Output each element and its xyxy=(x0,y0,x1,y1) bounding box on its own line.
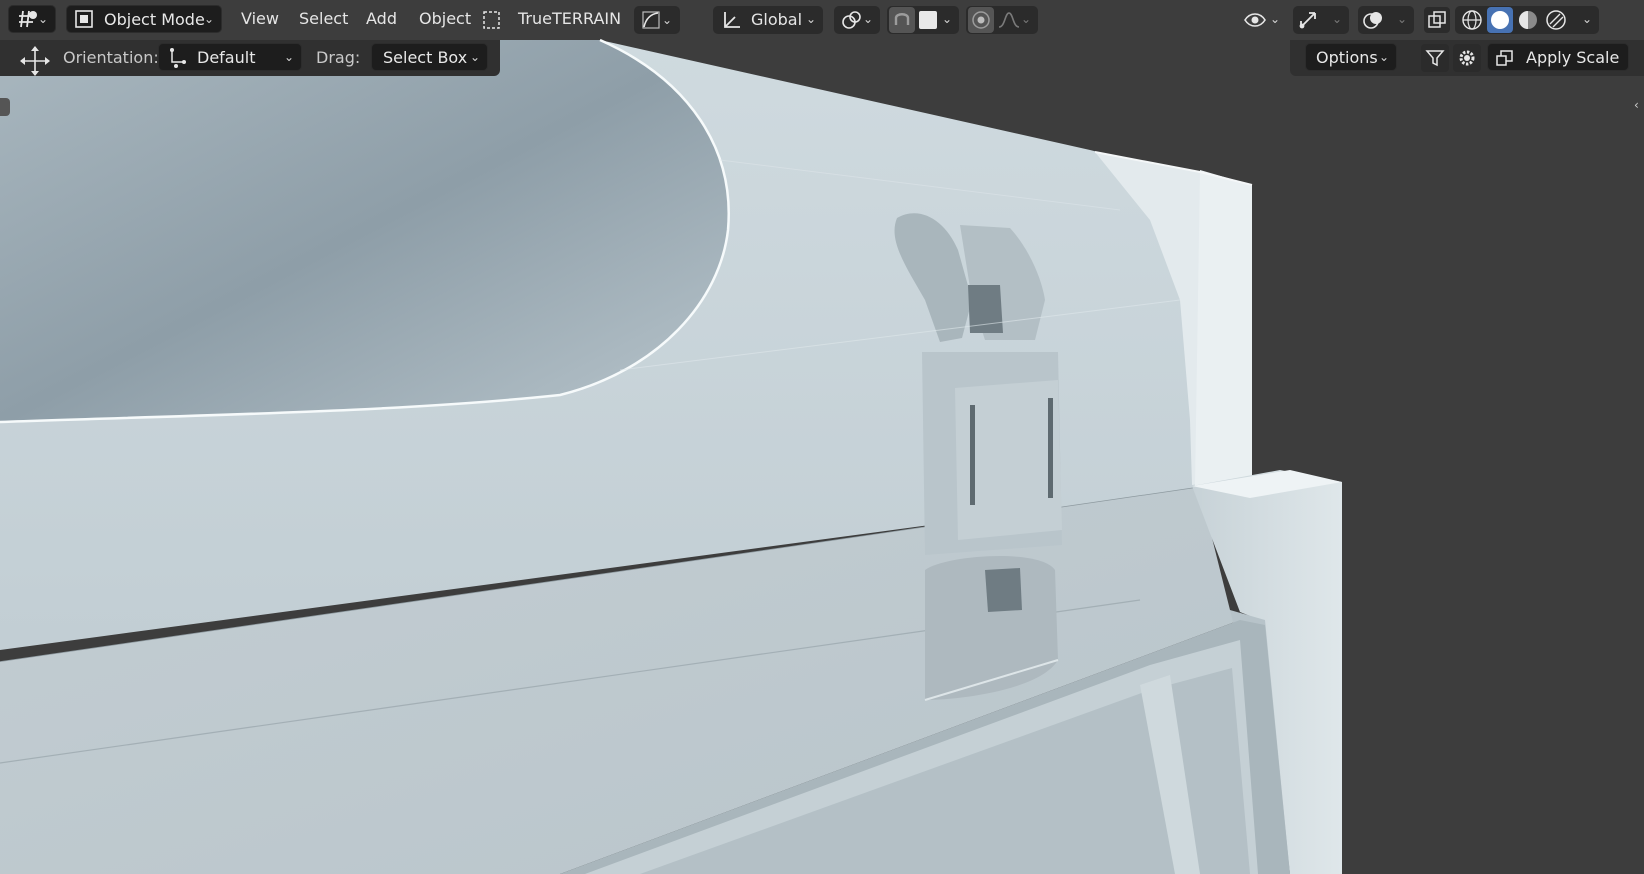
settings-button[interactable] xyxy=(1453,44,1481,72)
orientation-axes-icon xyxy=(721,9,743,35)
falloff-icon[interactable] xyxy=(998,11,1020,33)
proportional-editing-icon xyxy=(972,11,990,29)
addon-icon xyxy=(482,9,502,35)
options-dropdown[interactable]: Options ⌄ xyxy=(1305,43,1397,71)
sidebar-toggle-tab[interactable]: ‹ xyxy=(1634,98,1644,116)
snap-group: ⌄ xyxy=(887,6,959,34)
gear-icon xyxy=(1459,50,1475,66)
gizmo-icon xyxy=(1299,12,1316,29)
orientation-default-icon xyxy=(166,47,188,73)
menu-view[interactable]: View xyxy=(241,9,279,28)
object-mode-icon xyxy=(74,9,94,33)
curve-icon xyxy=(641,10,661,34)
overlay-group: ⌄ xyxy=(1358,6,1414,34)
overlay-icon xyxy=(1363,12,1382,29)
mode-label: Object Mode xyxy=(104,10,205,29)
chevron-down-icon[interactable]: ⌄ xyxy=(1582,12,1592,26)
tool-settings-bar: Orientation: Default ⌄ Drag: Select Box … xyxy=(0,40,500,76)
menu-select[interactable]: Select xyxy=(299,9,348,28)
viewport-header: ⌄ Object Mode ⌄ View Select Add Object T… xyxy=(0,0,1644,40)
overlay-toggle-button[interactable] xyxy=(1360,7,1386,33)
xray-icon xyxy=(1428,11,1446,28)
chevron-down-icon: ⌄ xyxy=(1020,12,1031,26)
pivot-point-dropdown[interactable]: ⌄ xyxy=(834,6,880,34)
gizmo-toggle-button[interactable] xyxy=(1295,7,1321,33)
chevron-down-icon[interactable]: ⌄ xyxy=(1397,12,1407,26)
orientation-dropdown[interactable]: Default ⌄ xyxy=(158,43,302,71)
chevron-down-icon: ⌄ xyxy=(283,50,294,64)
chevron-down-icon: ⌄ xyxy=(661,13,672,27)
filter-icon xyxy=(1425,50,1445,67)
drag-value: Select Box xyxy=(383,48,468,67)
pivot-icon xyxy=(840,9,864,35)
filter-button[interactable] xyxy=(1421,44,1449,72)
apply-scale-button[interactable]: Apply Scale xyxy=(1487,43,1629,71)
shading-solid-icon xyxy=(1491,11,1509,29)
mode-dropdown[interactable]: Object Mode ⌄ xyxy=(66,5,222,33)
shading-wireframe-button[interactable] xyxy=(1459,7,1485,33)
visibility-dropdown[interactable]: ⌄ xyxy=(1239,6,1287,34)
shading-material-icon xyxy=(1519,11,1537,29)
snap-target-icon[interactable] xyxy=(919,11,937,29)
visibility-icon xyxy=(1243,10,1267,34)
editor-type-button[interactable]: ⌄ xyxy=(8,5,56,33)
shading-rendered-icon xyxy=(1546,10,1566,30)
apply-scale-label: Apply Scale xyxy=(1526,48,1620,67)
chevron-down-icon: ⌄ xyxy=(805,12,816,26)
orientation-label: Orientation: xyxy=(63,48,159,67)
chevron-down-icon: ⌄ xyxy=(941,12,952,26)
shading-wireframe-icon xyxy=(1462,10,1482,30)
orientation-label: Global xyxy=(751,10,803,29)
chevron-down-icon: ⌄ xyxy=(862,12,873,26)
drag-dropdown[interactable]: Select Box ⌄ xyxy=(371,43,488,71)
shading-solid-button[interactable] xyxy=(1487,7,1513,33)
grid-editor-icon xyxy=(18,9,40,33)
menu-trueterrain[interactable]: TrueTERRAIN xyxy=(518,9,621,28)
apply-scale-icon xyxy=(1495,48,1515,72)
proportional-editing-button[interactable] xyxy=(968,7,994,33)
drag-label: Drag: xyxy=(316,48,361,67)
chevron-down-icon: ⌄ xyxy=(1269,12,1280,26)
menu-add[interactable]: Add xyxy=(366,9,397,28)
tool-settings-right: Options ⌄ Apply Scale xyxy=(1290,40,1644,76)
chevron-down-icon: ⌄ xyxy=(203,12,214,26)
addon-shape-dropdown[interactable]: ⌄ xyxy=(634,6,680,34)
orientation-value: Default xyxy=(197,48,256,67)
gizmo-group: ⌄ xyxy=(1293,6,1349,34)
shading-material-button[interactable] xyxy=(1515,7,1541,33)
shading-group: ⌄ xyxy=(1455,6,1599,34)
move-tool-icon xyxy=(18,44,52,82)
proportional-editing-group: ⌄ xyxy=(966,6,1038,34)
3d-viewport[interactable] xyxy=(0,0,1644,874)
xray-toggle-button[interactable] xyxy=(1424,7,1450,33)
options-label: Options xyxy=(1316,48,1378,67)
shading-rendered-button[interactable] xyxy=(1543,7,1569,33)
menu-object[interactable]: Object xyxy=(419,9,471,28)
toolbar-toggle-tab[interactable] xyxy=(0,98,10,116)
transform-orientation-dropdown[interactable]: Global ⌄ xyxy=(713,6,823,34)
chevron-down-icon[interactable]: ⌄ xyxy=(1332,12,1342,26)
chevron-down-icon: ⌄ xyxy=(37,12,48,26)
snap-icon xyxy=(894,13,910,25)
chevron-down-icon: ⌄ xyxy=(1378,50,1389,64)
chevron-down-icon: ⌄ xyxy=(469,50,480,64)
snap-toggle-button[interactable] xyxy=(889,7,915,33)
